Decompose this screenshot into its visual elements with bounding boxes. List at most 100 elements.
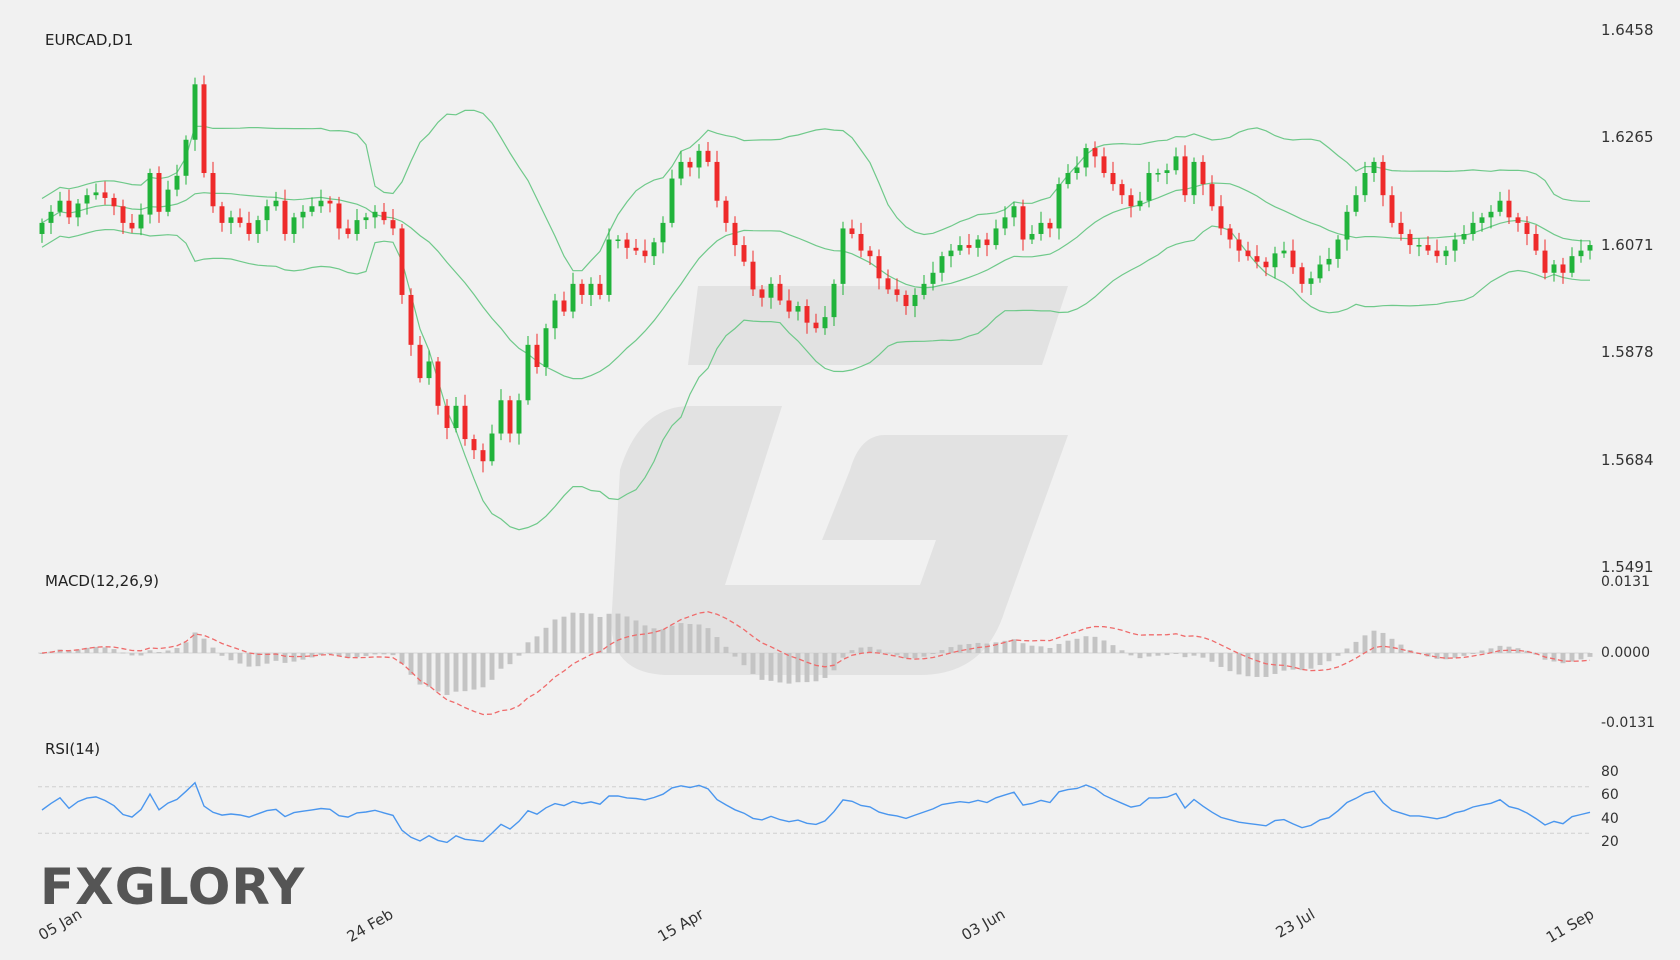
candle-body [1506,200,1512,218]
candle-body [1344,211,1350,240]
candle-body [120,206,126,223]
candle-body [1119,184,1125,196]
bear-candle [1128,188,1134,218]
macd-hist-bar [687,624,693,653]
bear-candle [417,335,423,383]
macd-hist-bar [1434,653,1440,659]
macd-hist-bar [1263,653,1269,677]
candle-body [912,294,918,307]
bull-candle [183,135,189,185]
candle-body [66,200,72,218]
macd-hist-bar [615,613,621,653]
macd-hist-bar [696,624,702,653]
macd-hist-bar [201,638,207,653]
macd-hist-bar [1551,653,1557,662]
bear-candle [390,209,396,236]
bear-candle [1245,241,1251,261]
candle-body [921,283,927,295]
macd-panel-title: MACD(12,26,9) [45,572,159,590]
candle-body [354,220,360,234]
candle-body [732,222,738,246]
macd-hist-bar [363,653,369,657]
macd-hist-bar [1155,653,1161,656]
macd-hist-bar [732,653,738,657]
macd-hist-bar [282,653,288,663]
macd-hist-bar [381,653,387,655]
candle-body [345,228,351,234]
candle-body [462,405,468,440]
bear-candle [120,199,126,234]
macd-hist-bar [1308,653,1314,669]
macd-hist-bar [1209,653,1215,662]
candle-body [705,150,711,162]
bull-candle [1056,177,1062,240]
candle-body [1146,173,1152,201]
candle-body [849,228,855,234]
bear-candle [984,232,990,257]
candle-body [1569,256,1575,273]
bull-candle [669,169,675,228]
bear-candle [1182,145,1188,202]
macd-hist-bar [768,653,774,681]
candle-body [1200,161,1206,185]
candle-body [579,283,585,295]
bull-candle [1443,246,1449,266]
candle-body [957,245,963,251]
bear-candle [1407,229,1413,254]
candle-body [1128,195,1134,207]
macd-hist-bar [516,653,522,656]
bull-candle [1371,157,1377,182]
candle-body [1362,173,1368,196]
macd-hist-bar [534,636,540,653]
macd-hist-bar [507,653,513,665]
macd-hist-bar [1029,645,1035,653]
candle-body [1020,206,1026,240]
candle-body [984,239,990,246]
macd-hist-bar [1389,638,1395,653]
candle-body [1416,245,1422,247]
macd-hist-bar [669,625,675,653]
bull-candle [84,188,90,215]
bull-candle [75,199,81,227]
candle-body [1578,250,1584,257]
candle-body [552,300,558,329]
candle-body [1299,267,1305,284]
macd-hist-bar [354,653,360,658]
candle-body [489,433,495,462]
price-panel-title: EURCAD,D1 [45,31,134,49]
bull-candle [660,216,666,254]
candle-body [1191,161,1197,196]
candle-body [1542,250,1548,273]
macd-hist-bar [786,653,792,684]
candle-body [606,239,612,295]
macd-hist-bar [183,642,189,653]
bear-candle [714,150,720,208]
bull-candle [1461,225,1467,244]
bull-candle [1164,163,1170,185]
bull-candle [1551,260,1557,282]
bull-candle [372,205,378,229]
candle-body [318,200,324,207]
macd-hist-bar [1317,653,1323,666]
bear-candle [1101,147,1107,178]
candle-body [336,203,342,229]
macd-hist-bar [525,642,531,653]
candle-body [408,294,414,345]
bear-candle [1236,232,1242,262]
candle-body [1461,233,1467,240]
candle-body [534,344,540,368]
bull-candle [552,293,558,340]
bull-candle [489,424,495,466]
candle-body [183,139,189,176]
candle-body [1263,261,1269,268]
candle-body [1497,200,1503,212]
watermark-logo [611,286,1068,675]
bear-candle [399,224,405,304]
macd-hist-bar [885,652,891,654]
candle-body [1038,222,1044,234]
macd-hist-bar [1020,643,1026,653]
candle-body [390,220,396,229]
candle-body [507,400,513,434]
candle-body [57,200,63,212]
macd-hist-bar [156,652,162,654]
